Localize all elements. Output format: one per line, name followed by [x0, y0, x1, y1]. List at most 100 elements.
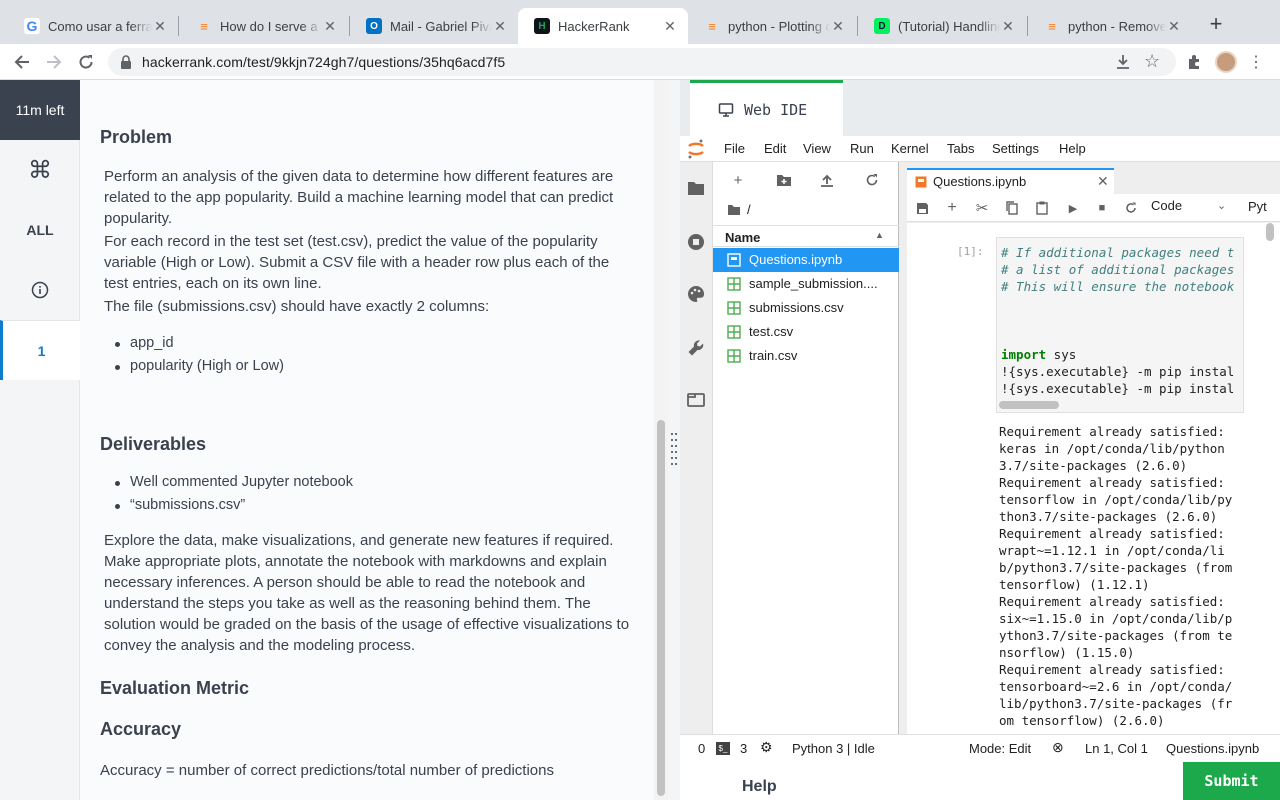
browser-tab-hackerrank[interactable]: H HackerRank ✕	[518, 8, 688, 44]
copy-icon[interactable]	[1003, 199, 1021, 217]
tab-title: python - Remove	[1068, 18, 1166, 34]
close-icon[interactable]: ✕	[1097, 173, 1109, 190]
run-icon[interactable]: ▶	[1064, 199, 1082, 217]
browser-tab-google[interactable]: G Como usar a ferramenta ✕	[8, 8, 178, 44]
stop-icon[interactable]: ■	[1093, 199, 1111, 217]
problem-scrollbar[interactable]	[654, 80, 668, 800]
outlook-icon: O	[366, 18, 382, 34]
forward-button[interactable]	[42, 50, 66, 74]
wrench-icon[interactable]	[686, 338, 706, 358]
list-item: Well commented Jupyter notebook	[115, 474, 353, 490]
file-item[interactable]: submissions.csv	[713, 296, 899, 320]
file-name: test.csv	[749, 324, 794, 339]
lsp-icon[interactable]: ⊗	[1052, 739, 1064, 756]
file-item[interactable]: Questions.ipynb	[713, 248, 899, 272]
problem-paragraph-2: For each record in the test set (test.cs…	[104, 233, 610, 292]
kernel-status[interactable]: Python 3 | Idle	[792, 741, 875, 756]
palette-icon[interactable]	[686, 284, 706, 304]
sort-ascending-icon: ▲	[875, 230, 884, 240]
browser-tab-stackoverflow-2[interactable]: ≡ python - Plotting categorical ✕	[688, 8, 856, 44]
browser-tab-stackoverflow-3[interactable]: ≡ python - Remove ✕	[1028, 8, 1192, 44]
back-button[interactable]	[10, 50, 34, 74]
file-browser: + / Name ▲ Questions.ipynb sample_submis…	[713, 162, 899, 734]
horizontal-scrollbar[interactable]	[999, 401, 1059, 409]
active-file-name: Questions.ipynb	[1166, 741, 1260, 756]
code-text: sys	[1046, 347, 1077, 362]
close-icon[interactable]: ✕	[322, 18, 338, 35]
code-line: import sys	[1001, 346, 1076, 363]
scrollbar-thumb[interactable]	[657, 420, 665, 796]
web-ide: Web IDE File Edit View Run Kernel Tabs S…	[680, 80, 1280, 800]
time-left-badge: 11m left	[0, 80, 80, 140]
bookmark-star-icon[interactable]: ☆	[1144, 51, 1160, 72]
new-folder-icon[interactable]	[774, 170, 794, 190]
status-count[interactable]: 0	[698, 741, 705, 756]
download-icon[interactable]	[1116, 54, 1130, 70]
close-icon[interactable]: ✕	[662, 18, 678, 35]
extensions-icon[interactable]	[1182, 50, 1206, 74]
menu-edit[interactable]: Edit	[764, 141, 786, 156]
question-1-button[interactable]: 1	[0, 320, 80, 380]
menu-kernel[interactable]: Kernel	[891, 141, 929, 156]
kernel-status-icon[interactable]: ⚙	[760, 739, 773, 756]
forward-arrow-icon	[47, 55, 62, 69]
help-button[interactable]: Help	[742, 778, 777, 796]
running-stop-icon[interactable]	[686, 232, 706, 252]
notebook-scrollbar[interactable]	[1266, 223, 1274, 241]
monitor-icon	[718, 102, 734, 117]
refresh-icon[interactable]	[862, 170, 882, 190]
submit-button[interactable]: Submit	[1183, 762, 1280, 800]
close-icon[interactable]: ✕	[1000, 18, 1016, 35]
cursor-position[interactable]: Ln 1, Col 1	[1085, 741, 1148, 756]
avatar[interactable]	[1214, 50, 1238, 74]
close-icon[interactable]: ✕	[830, 18, 846, 35]
menu-settings[interactable]: Settings	[992, 141, 1039, 156]
column-label: Name	[725, 230, 761, 245]
evaluation-metric-heading: Evaluation Metric	[100, 678, 250, 698]
mode-indicator[interactable]: Mode: Edit	[969, 741, 1031, 756]
all-questions-button[interactable]: ALL	[0, 200, 80, 260]
menu-help[interactable]: Help	[1059, 141, 1086, 156]
folder-icon[interactable]	[686, 178, 706, 198]
browser-tab-outlook[interactable]: O Mail - Gabriel Pivato ✕	[350, 8, 518, 44]
breadcrumb[interactable]: /	[727, 202, 751, 217]
reload-button[interactable]	[74, 50, 98, 74]
drag-handle-icon[interactable]	[670, 430, 678, 470]
code-cell-editor[interactable]: # If additional packages need t # a list…	[996, 237, 1244, 413]
notebook-icon	[915, 176, 927, 188]
menu-file[interactable]: File	[724, 141, 745, 156]
upload-icon[interactable]	[817, 170, 837, 190]
menu-view[interactable]: View	[803, 141, 831, 156]
cell-type-select[interactable]: Code ⌄	[1151, 198, 1229, 218]
file-item[interactable]: test.csv	[713, 320, 899, 344]
close-icon[interactable]: ✕	[152, 18, 168, 35]
file-item[interactable]: train.csv	[713, 344, 899, 368]
address-bar[interactable]: hackerrank.com/test/9kkjn724gh7/question…	[108, 48, 1176, 76]
menu-tabs[interactable]: Tabs	[947, 141, 974, 156]
file-item[interactable]: sample_submission....	[713, 272, 899, 296]
code-line: !{sys.executable} -m pip instal	[1001, 381, 1235, 396]
new-launcher-button[interactable]: +	[728, 170, 748, 190]
new-tab-button[interactable]: +	[1204, 12, 1228, 36]
tab-questions-notebook[interactable]: Questions.ipynb ✕	[907, 168, 1114, 194]
terminal-icon[interactable]: $_	[716, 742, 730, 755]
menu-run[interactable]: Run	[850, 141, 874, 156]
name-column-header[interactable]: Name ▲	[713, 225, 899, 247]
browser-menu-icon[interactable]: ⋮	[1244, 50, 1268, 74]
cut-icon[interactable]: ✂	[973, 199, 991, 217]
info-button[interactable]	[0, 260, 80, 320]
command-icon[interactable]: ⌘	[0, 140, 80, 200]
close-icon[interactable]: ✕	[1166, 18, 1182, 35]
code-line: # If additional packages need t	[1001, 245, 1235, 260]
kernel-name[interactable]: Pyt	[1248, 199, 1267, 214]
close-icon[interactable]: ✕	[492, 18, 508, 35]
restart-icon[interactable]	[1122, 199, 1140, 217]
save-icon[interactable]	[913, 199, 931, 217]
tab-web-ide[interactable]: Web IDE	[690, 80, 843, 136]
terminal-count[interactable]: 3	[740, 741, 747, 756]
insert-cell-button[interactable]: +	[943, 199, 961, 217]
browser-tab-datacamp[interactable]: D (Tutorial) Handling Missing ✕	[858, 8, 1026, 44]
paste-icon[interactable]	[1033, 199, 1051, 217]
browser-tab-stackoverflow-1[interactable]: ≡ How do I serve a template ✕	[180, 8, 348, 44]
tabs-icon[interactable]	[686, 390, 706, 410]
